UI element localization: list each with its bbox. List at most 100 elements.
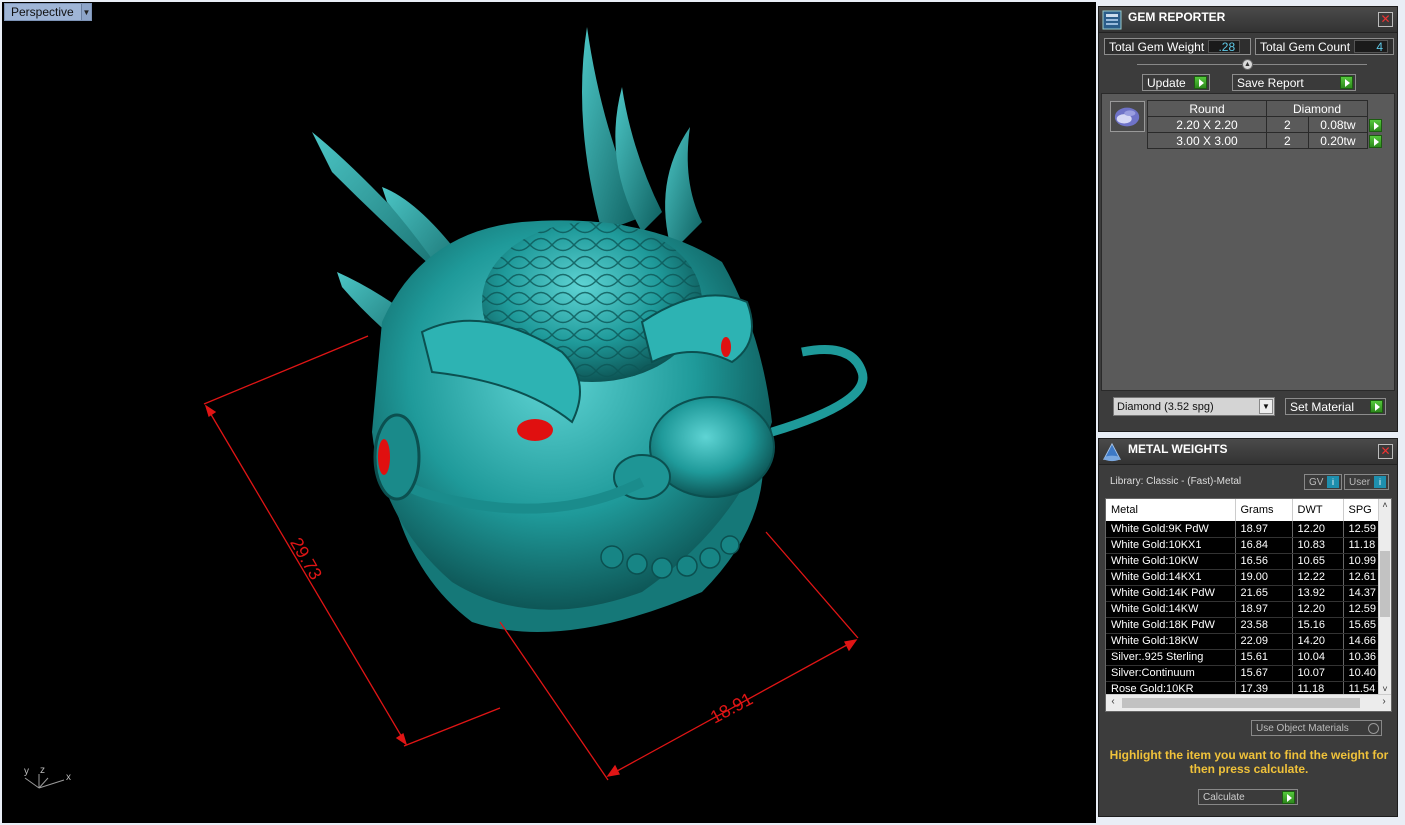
- scroll-up-icon[interactable]: ˄: [1379, 499, 1391, 511]
- table-row[interactable]: Silver:Continuum 15.67 10.07 10.40: [1106, 665, 1381, 682]
- metal-name-cell: White Gold:18K PdW: [1106, 617, 1236, 634]
- save-report-button[interactable]: Save Report: [1232, 74, 1356, 91]
- gem-reporter-panel: GEM REPORTER ✕ Total Gem Weight .28 Tota…: [1098, 6, 1398, 432]
- total-gem-count-field: Total Gem Count 4: [1255, 38, 1394, 55]
- metal-name-cell: White Gold:9K PdW: [1106, 521, 1236, 538]
- col-spg-header[interactable]: SPG: [1343, 499, 1381, 521]
- set-material-button[interactable]: Set Material: [1285, 398, 1386, 415]
- play-icon: [1194, 76, 1207, 89]
- user-toggle[interactable]: User i: [1344, 474, 1389, 490]
- grams-cell: 19.00: [1235, 569, 1293, 586]
- gem-count: 2: [1266, 132, 1309, 149]
- metal-weights-panel: METAL WEIGHTS ✕ Library: Classic - (Fast…: [1098, 438, 1398, 817]
- dwt-cell: 10.65: [1292, 553, 1344, 570]
- metal-name-cell: White Gold:14KX1: [1106, 569, 1236, 586]
- viewport-title-button[interactable]: Perspective ▼: [4, 3, 92, 21]
- dwt-cell: 12.22: [1292, 569, 1344, 586]
- gem-row-play-icon[interactable]: [1369, 134, 1383, 148]
- table-row[interactable]: White Gold:9K PdW 18.97 12.20 12.59: [1106, 521, 1381, 538]
- chevron-down-icon[interactable]: ▼: [1259, 399, 1273, 414]
- gem-row[interactable]: 2.20 X 2.20 2 0.08tw: [1147, 116, 1385, 133]
- metal-name-cell: Silver:.925 Sterling: [1106, 649, 1236, 666]
- spg-cell: 10.99: [1343, 553, 1381, 570]
- axis-y-label: y: [24, 766, 29, 777]
- spg-cell: 11.18: [1343, 537, 1381, 554]
- gem-size: 2.20 X 2.20: [1147, 116, 1267, 133]
- gem-size: 3.00 X 3.00: [1147, 132, 1267, 149]
- viewport-menu-arrow-icon[interactable]: ▼: [81, 4, 91, 20]
- axis-z-label: z: [40, 765, 45, 776]
- grams-cell: 23.58: [1235, 617, 1293, 634]
- ruby-eye-left: [517, 419, 553, 441]
- gem-material-select[interactable]: Diamond (3.52 spg) ▼: [1113, 397, 1275, 416]
- col-grams-header[interactable]: Grams: [1235, 499, 1293, 521]
- instruction-hint: Highlight the item you want to find the …: [1109, 748, 1389, 776]
- spg-cell: 14.37: [1343, 585, 1381, 602]
- metal-name-cell: White Gold:10KW: [1106, 553, 1236, 570]
- scroll-right-icon[interactable]: ›: [1378, 696, 1390, 710]
- gem-reporter-icon: [1102, 10, 1122, 29]
- info-icon: i: [1327, 476, 1339, 488]
- gem-reporter-titlebar: GEM REPORTER ✕: [1099, 7, 1397, 33]
- horizontal-scrollbar[interactable]: ‹ ›: [1106, 694, 1391, 711]
- use-object-materials-toggle[interactable]: Use Object Materials: [1251, 720, 1382, 736]
- metal-weights-table: Metal Grams DWT SPG White Gold:9K PdW 18.…: [1106, 499, 1381, 698]
- gem-row[interactable]: 3.00 X 3.00 2 0.20tw: [1147, 132, 1385, 149]
- update-button[interactable]: Update: [1142, 74, 1210, 91]
- gv-label: GV: [1309, 476, 1324, 488]
- save-report-label: Save Report: [1237, 75, 1304, 90]
- radio-icon: [1368, 722, 1379, 734]
- col-dwt-header[interactable]: DWT: [1292, 499, 1344, 521]
- metal-weights-title: METAL WEIGHTS: [1128, 441, 1228, 456]
- close-icon[interactable]: ✕: [1378, 444, 1393, 459]
- dwt-cell: 10.04: [1292, 649, 1344, 666]
- metal-weights-icon: [1103, 442, 1121, 461]
- play-icon: [1282, 790, 1295, 804]
- dwt-cell: 12.20: [1292, 521, 1344, 538]
- gem-slider-knob[interactable]: ▲: [1242, 59, 1253, 70]
- table-row[interactable]: White Gold:10KX1 16.84 10.83 11.18: [1106, 537, 1381, 554]
- grams-cell: 22.09: [1235, 633, 1293, 650]
- table-row[interactable]: White Gold:14K PdW 21.65 13.92 14.37: [1106, 585, 1381, 602]
- total-gem-count-label: Total Gem Count: [1260, 39, 1351, 54]
- grams-cell: 16.56: [1235, 553, 1293, 570]
- spg-cell: 12.59: [1343, 521, 1381, 538]
- dimension-label-width: 18.91: [707, 689, 756, 728]
- table-row[interactable]: White Gold:18K PdW 23.58 15.16 15.65: [1106, 617, 1381, 634]
- gem-reporter-title: GEM REPORTER: [1128, 9, 1226, 24]
- table-row[interactable]: White Gold:14KX1 19.00 12.22 12.61: [1106, 569, 1381, 586]
- dimension-label-height: 29.73: [286, 534, 326, 583]
- dwt-cell: 10.07: [1292, 665, 1344, 682]
- grams-cell: 15.61: [1235, 649, 1293, 666]
- gem-table: Round Diamond 2.20 X 2.20 2 0.08tw 3.00 …: [1147, 100, 1385, 149]
- round-gem-icon[interactable]: [1110, 101, 1145, 132]
- table-row[interactable]: White Gold:10KW 16.56 10.65 10.99: [1106, 553, 1381, 570]
- table-row[interactable]: White Gold:18KW 22.09 14.20 14.66: [1106, 633, 1381, 650]
- horizontal-scroll-thumb[interactable]: [1122, 698, 1360, 708]
- scroll-left-icon[interactable]: ‹: [1107, 696, 1119, 710]
- gv-toggle[interactable]: GV i: [1304, 474, 1342, 490]
- vertical-scroll-thumb[interactable]: [1380, 551, 1390, 617]
- dwt-cell: 15.16: [1292, 617, 1344, 634]
- grams-cell: 18.97: [1235, 521, 1293, 538]
- metal-table[interactable]: Metal Grams DWT SPG White Gold:9K PdW 18.…: [1105, 498, 1392, 712]
- close-icon[interactable]: ✕: [1378, 12, 1393, 27]
- col-metal-header[interactable]: Metal: [1106, 499, 1236, 521]
- table-row[interactable]: White Gold:14KW 18.97 12.20 12.59: [1106, 601, 1381, 618]
- perspective-viewport[interactable]: 29.73 18.91 y z x Perspective ▼: [2, 2, 1096, 823]
- viewport-title: Perspective: [11, 5, 74, 19]
- user-label: User: [1349, 476, 1371, 488]
- metal-name-cell: White Gold:10KX1: [1106, 537, 1236, 554]
- table-row[interactable]: Silver:.925 Sterling 15.61 10.04 10.36: [1106, 649, 1381, 666]
- calculate-button[interactable]: Calculate: [1198, 789, 1298, 805]
- metal-name-cell: White Gold:14KW: [1106, 601, 1236, 618]
- gem-row-play-icon[interactable]: [1369, 118, 1382, 132]
- vertical-scrollbar[interactable]: ˄ ˅: [1378, 499, 1391, 695]
- spg-cell: 10.36: [1343, 649, 1381, 666]
- gem-weight: 0.08tw: [1307, 116, 1369, 133]
- play-icon: [1370, 400, 1383, 413]
- play-icon: [1340, 76, 1353, 89]
- gem-material-value: Diamond (3.52 spg): [1117, 400, 1214, 413]
- axis-gizmo: [24, 774, 65, 789]
- metal-name-cell: White Gold:18KW: [1106, 633, 1236, 650]
